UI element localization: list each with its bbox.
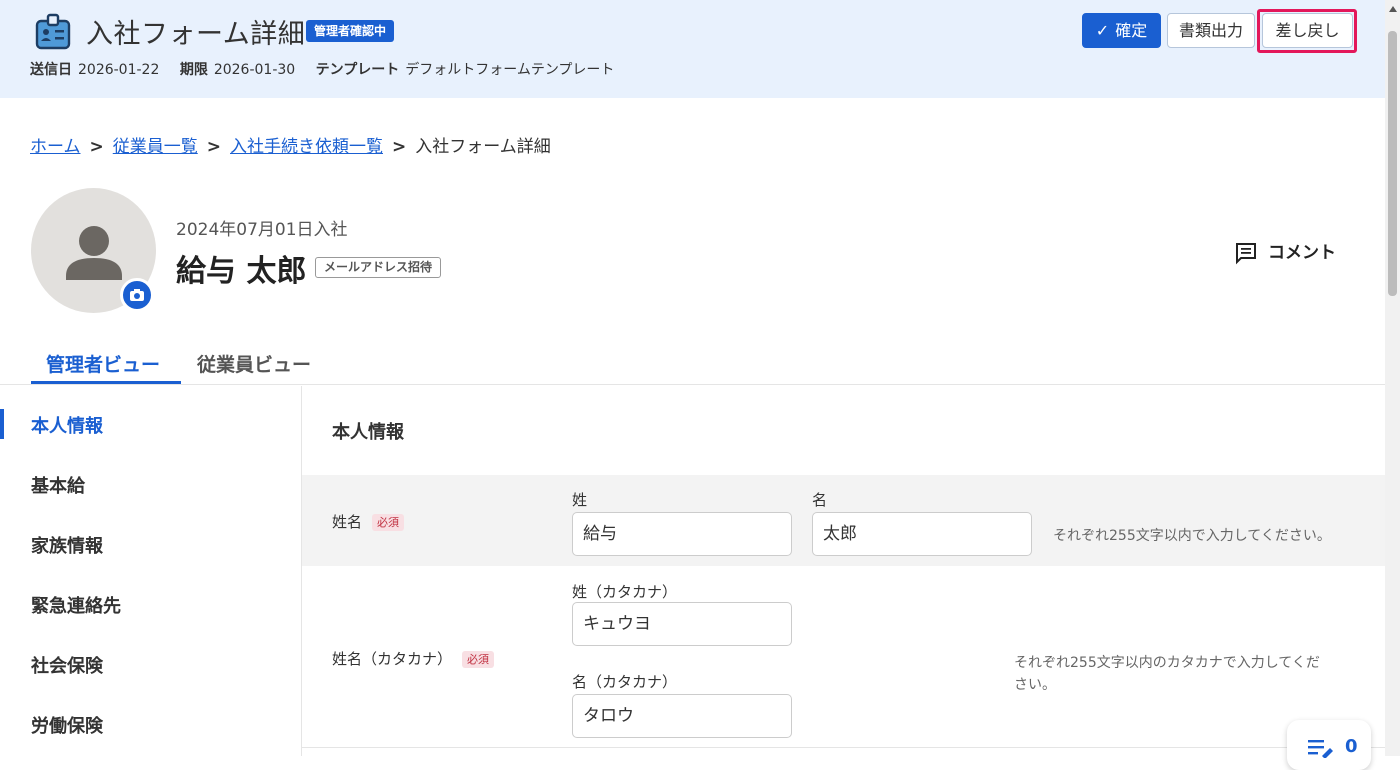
comment-button[interactable]: コメント: [1234, 238, 1336, 265]
scrollbar[interactable]: [1385, 0, 1400, 756]
section-title: 本人情報: [332, 422, 404, 443]
send-back-highlight: [1257, 9, 1357, 53]
breadcrumb-onboarding-requests[interactable]: 入社手続き依頼一覧: [230, 137, 383, 157]
join-date: 2024年07月01日入社: [176, 220, 348, 240]
view-tabs: 管理者ビュー 従業員ビュー: [0, 340, 1385, 385]
active-nav-indicator: [0, 409, 4, 439]
nav-item-base-salary[interactable]: 基本給: [31, 472, 85, 498]
section-nav: 本人情報 基本給 家族情報 緊急連絡先 社会保険 労働保険: [0, 386, 302, 756]
breadcrumb-employees[interactable]: 従業員一覧: [113, 137, 198, 157]
confirm-button[interactable]: ✓ 確定: [1082, 13, 1161, 48]
name-hint: それぞれ255文字以内で入力してください。: [1053, 528, 1331, 544]
floating-list-button[interactable]: 0: [1287, 720, 1371, 770]
export-documents-button[interactable]: 書類出力: [1167, 13, 1255, 48]
sent-date-label: 送信日: [30, 62, 72, 78]
breadcrumb: ホーム > 従業員一覧 > 入社手続き依頼一覧 > 入社フォーム詳細: [30, 132, 551, 157]
list-edit-icon: [1308, 740, 1333, 758]
camera-icon: [130, 289, 144, 301]
chevron-right-icon: >: [89, 137, 104, 157]
last-name-input[interactable]: 給与: [572, 512, 792, 556]
breadcrumb-home[interactable]: ホーム: [30, 137, 81, 157]
chevron-right-icon: >: [206, 137, 221, 157]
employee-name: 給与 太郎: [176, 254, 307, 289]
active-tab-indicator: [31, 381, 181, 384]
name-label-text: 姓名: [332, 513, 363, 531]
scroll-thumb[interactable]: [1388, 31, 1397, 296]
sent-date-value: 2026-01-22: [78, 62, 160, 78]
tab-admin-view[interactable]: 管理者ビュー: [46, 350, 160, 377]
name-field-label: 姓名 必須: [332, 511, 405, 532]
kana-hint-line1: それぞれ255文字以内のカタカナで入力してくだ: [1014, 655, 1320, 671]
main-content: 本人情報 姓名 必須 姓 給与 名 太郎 それぞれ255文字以内で入力してください…: [302, 386, 1385, 756]
last-name-label: 姓: [572, 491, 588, 509]
first-name-input[interactable]: 太郎: [812, 512, 1032, 556]
confirm-label: 確定: [1115, 21, 1148, 40]
check-icon: ✓: [1095, 21, 1110, 40]
scroll-up-icon[interactable]: [1389, 6, 1397, 12]
kana-field-label: 姓名（カタカナ） 必須: [332, 648, 495, 669]
required-badge: 必須: [462, 651, 495, 668]
first-name-kana-input[interactable]: タロウ: [572, 694, 792, 738]
template-label: テンプレート: [315, 62, 400, 78]
nav-item-personal-info[interactable]: 本人情報: [31, 412, 103, 438]
comment-label: コメント: [1268, 243, 1336, 263]
breadcrumb-current: 入社フォーム詳細: [415, 137, 551, 157]
nav-item-family-info[interactable]: 家族情報: [31, 532, 103, 558]
deadline-label: 期限: [179, 62, 208, 78]
form-meta: 送信日 2026-01-22 期限 2026-01-30 テンプレート デフォルトフォ…: [30, 59, 614, 79]
comment-icon: [1236, 243, 1256, 265]
deadline-value: 2026-01-30: [213, 62, 296, 78]
kana-hint-line2: さい。: [1014, 677, 1056, 693]
name-row: 姓名 必須 姓 給与 名 太郎 それぞれ255文字以内で入力してください。: [302, 475, 1385, 566]
status-badge: 管理者確認中: [306, 20, 395, 42]
first-name-kana-label: 名（カタカナ）: [572, 673, 678, 691]
nav-item-social-insurance[interactable]: 社会保険: [31, 652, 103, 678]
last-name-kana-input[interactable]: キュウヨ: [572, 602, 792, 646]
template-value: デフォルトフォームテンプレート: [405, 62, 615, 78]
kana-label-text: 姓名（カタカナ）: [332, 650, 453, 668]
nav-item-emergency-contact[interactable]: 緊急連絡先: [31, 592, 121, 618]
floating-count: 0: [1345, 736, 1358, 757]
tab-employee-view[interactable]: 従業員ビュー: [197, 350, 311, 377]
nav-item-labor-insurance[interactable]: 労働保険: [31, 712, 103, 738]
chevron-right-icon: >: [392, 137, 407, 157]
camera-button[interactable]: [120, 278, 154, 312]
page-title: 入社フォーム詳細: [86, 19, 306, 50]
page-header: 入社フォーム詳細 管理者確認中 送信日 2026-01-22 期限 2026-01-…: [0, 0, 1400, 98]
invite-badge: メールアドレス招待: [315, 257, 442, 278]
required-badge: 必須: [372, 514, 405, 531]
first-name-label: 名: [812, 491, 828, 509]
kana-row: 姓名（カタカナ） 必須 姓（カタカナ） キュウヨ 名（カタカナ） タロウ それぞれ…: [302, 566, 1385, 748]
id-badge-icon: [35, 13, 71, 50]
last-name-kana-label: 姓（カタカナ）: [572, 583, 678, 601]
